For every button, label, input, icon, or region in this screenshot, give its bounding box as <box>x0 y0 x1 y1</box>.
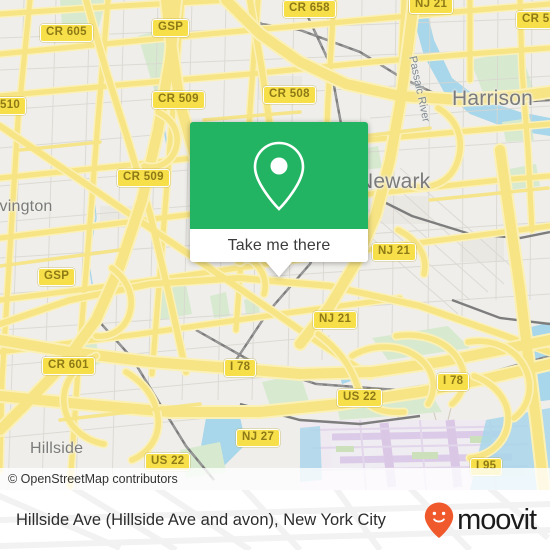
map-screenshot: .rd { stroke:#f6e485; fill:none; stroke-… <box>0 0 550 550</box>
footer-bar: Hillside Ave (Hillside Ave and avon), Ne… <box>0 490 550 550</box>
shield-cr-605: CR 605 <box>40 24 93 42</box>
shield-cr-509-mid: CR 509 <box>117 169 170 187</box>
shield-cr-508: CR 508 <box>263 86 316 104</box>
card-pointer-tail <box>266 262 292 277</box>
shield-gsp-mid: GSP <box>38 268 76 286</box>
shield-cr-510-clipped: 510 <box>0 97 27 115</box>
shield-us-22-right: US 22 <box>337 389 383 407</box>
shield-gsp-top: GSP <box>152 19 190 37</box>
shield-nj-27: NJ 27 <box>236 429 281 447</box>
moovit-wordmark: moovit <box>457 503 537 536</box>
shield-i-78-left: I 78 <box>224 359 257 377</box>
shield-nj-21-mid: NJ 21 <box>372 243 417 261</box>
place-title: Hillside Ave (Hillside Ave and avon), Ne… <box>16 510 386 529</box>
moovit-brand[interactable]: moovit <box>423 501 537 539</box>
moovit-smiley-pin-icon <box>424 502 454 538</box>
shield-cr-601: CR 601 <box>42 357 95 375</box>
shield-cr-658: CR 658 <box>283 0 336 18</box>
take-me-there-card[interactable]: Take me there <box>190 122 368 277</box>
shield-cr-509-top: CR 509 <box>152 91 205 109</box>
map-attribution[interactable]: © OpenStreetMap contributors <box>0 468 550 490</box>
shield-nj-21-low: NJ 21 <box>313 311 358 329</box>
shield-i-78-right: I 78 <box>437 373 470 391</box>
shield-cr-5-clipped: CR 5 <box>516 11 550 29</box>
card-action-area[interactable]: Take me there <box>190 229 368 277</box>
card-marker-area <box>190 122 368 229</box>
map-pin-icon <box>253 141 305 211</box>
take-me-there-label: Take me there <box>227 236 331 254</box>
shield-nj-21-top: NJ 21 <box>409 0 454 14</box>
attribution-text: © OpenStreetMap contributors <box>8 472 178 486</box>
